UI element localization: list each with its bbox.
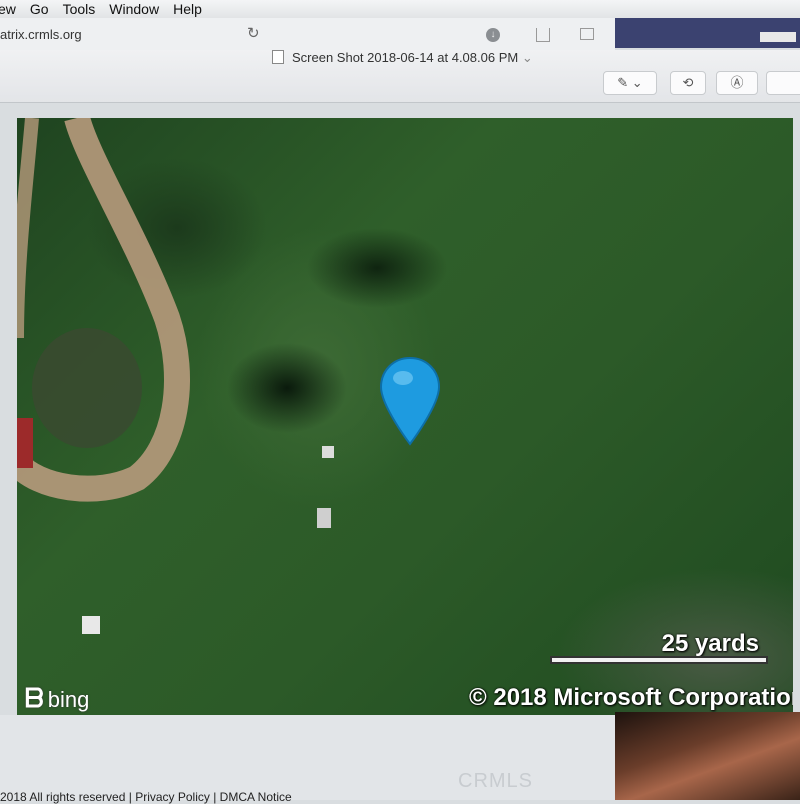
chevron-down-icon: ⌄ xyxy=(521,50,533,65)
map-view[interactable]: 25 yards ᗷ bing © 2018 Microsoft Corporat… xyxy=(17,118,793,715)
photo-thumbnail xyxy=(615,712,800,800)
background-window xyxy=(615,18,800,48)
markup-toolbar-button[interactable]: Ⓐ xyxy=(716,71,758,95)
menu-go[interactable]: Go xyxy=(30,1,49,17)
menu-bar: ew Go Tools Window Help xyxy=(0,0,800,18)
menu-view[interactable]: ew xyxy=(0,1,16,17)
tabs-icon[interactable] xyxy=(580,28,594,40)
share-icon[interactable] xyxy=(536,28,550,42)
markup-pen-button[interactable]: ✎ ⌄ xyxy=(603,71,657,95)
footer-links[interactable]: 2018 All rights reserved | Privacy Polic… xyxy=(0,790,292,804)
search-button[interactable] xyxy=(766,71,800,95)
map-pin-icon[interactable] xyxy=(379,356,441,446)
rotate-button[interactable]: ⟲ xyxy=(670,71,706,95)
menu-help[interactable]: Help xyxy=(173,1,202,17)
scale-label: 25 yards xyxy=(661,630,759,657)
menu-window[interactable]: Window xyxy=(109,1,159,17)
document-title-text: Screen Shot 2018-06-14 at 4.08.06 PM xyxy=(292,50,519,65)
document-title[interactable]: Screen Shot 2018-06-14 at 4.08.06 PM ⌄ xyxy=(272,50,533,66)
watermark: CRMLS xyxy=(458,770,534,792)
scale-bar xyxy=(550,656,768,664)
browser-toolbar: atrix.crmls.org ↻ ↓ xyxy=(0,18,615,51)
bing-icon: ᗷ xyxy=(25,683,44,713)
menu-tools[interactable]: Tools xyxy=(63,1,96,17)
bing-text: bing xyxy=(47,687,90,712)
window-chip xyxy=(760,32,796,42)
bing-logo: ᗷ bing xyxy=(25,683,89,715)
address-bar[interactable]: atrix.crmls.org xyxy=(0,27,82,42)
download-icon[interactable]: ↓ xyxy=(486,28,500,42)
preview-titlebar: Screen Shot 2018-06-14 at 4.08.06 PM ⌄ ✎… xyxy=(0,50,800,103)
document-icon xyxy=(272,50,284,64)
reload-icon[interactable]: ↻ xyxy=(247,24,260,42)
map-copyright: © 2018 Microsoft Corporation xyxy=(469,684,793,711)
